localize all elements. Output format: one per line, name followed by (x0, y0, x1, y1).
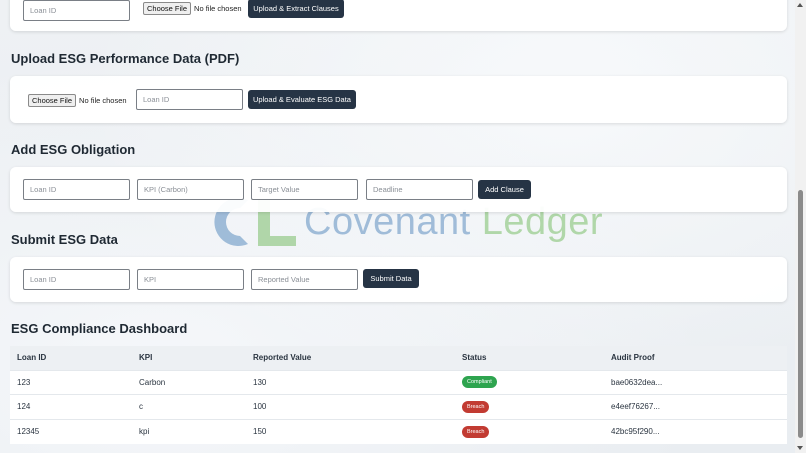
table-header-row: Loan ID KPI Reported Value Status Audit … (10, 346, 787, 370)
scroll-down-arrow-icon[interactable] (797, 446, 803, 450)
status-badge: Compliant (462, 376, 497, 389)
loan-id-cell: 123 (10, 369, 132, 395)
target-value-input[interactable]: Target Value (251, 179, 358, 200)
column-header-loan-id: Loan ID (17, 353, 47, 363)
loan-id-cell: 124 (10, 394, 132, 419)
status-cell: Breach (455, 418, 604, 444)
reported-value-cell: 150 (246, 418, 455, 444)
dashboard-title: ESG Compliance Dashboard (11, 321, 188, 336)
add-obligation-card: Loan ID KPI (Carbon) Target Value Deadli… (10, 167, 787, 212)
kpi-placeholder: KPI (144, 275, 157, 284)
loan-id-placeholder: Loan ID (30, 185, 57, 194)
column-header-audit-proof: Audit Proof (611, 353, 655, 363)
kpi-cell: c (132, 394, 246, 419)
audit-proof-cell: 42bc95f290... (604, 418, 787, 444)
deadline-input[interactable]: Deadline (366, 179, 473, 200)
upload-evaluate-button[interactable]: Upload & Evaluate ESG Data (248, 90, 356, 109)
target-value-placeholder: Target Value (258, 185, 300, 194)
loan-id-placeholder: Loan ID (143, 95, 170, 104)
add-obligation-title: Add ESG Obligation (11, 142, 136, 157)
kpi-cell: Carbon (132, 369, 246, 395)
file-status: No file chosen (194, 4, 242, 13)
loan-id-placeholder: Loan ID (30, 275, 57, 284)
add-clause-button[interactable]: Add Clause (478, 180, 531, 199)
submit-esg-title: Submit ESG Data (11, 232, 118, 247)
loan-id-placeholder: Loan ID (30, 6, 57, 15)
main-content: Loan ID Choose File No file chosen Uploa… (0, 0, 795, 453)
vertical-scrollbar[interactable] (795, 0, 806, 453)
choose-file-button[interactable]: Choose File (143, 2, 192, 15)
kpi-placeholder: KPI (Carbon) (144, 185, 188, 194)
status-badge: Breach (462, 400, 490, 413)
file-picker[interactable]: Choose File No file chosen (143, 2, 242, 15)
kpi-input[interactable]: KPI (137, 269, 244, 290)
submit-data-button[interactable]: Submit Data (363, 269, 419, 288)
reported-value-cell: 130 (246, 369, 455, 395)
table-row: 124 c 100 Breach e4eef76267... (10, 394, 787, 419)
table-row: 12345 kpi 150 Breach 42bc95f290... (10, 418, 787, 444)
status-cell: Breach (455, 394, 604, 419)
kpi-input[interactable]: KPI (Carbon) (137, 179, 244, 200)
upload-extract-button[interactable]: Upload & Extract Clauses (248, 0, 344, 18)
loan-id-input[interactable]: Loan ID (23, 269, 130, 290)
scroll-up-arrow-icon[interactable] (797, 3, 803, 7)
loan-id-input[interactable]: Loan ID (23, 0, 130, 21)
status-cell: Compliant (455, 369, 604, 395)
deadline-placeholder: Deadline (373, 185, 403, 194)
file-picker[interactable]: Choose File No file chosen (28, 94, 127, 107)
column-header-kpi: KPI (139, 353, 153, 363)
submit-esg-card: Loan ID KPI Reported Value Submit Data (10, 257, 787, 302)
file-status: No file chosen (79, 96, 127, 105)
loan-id-input[interactable]: Loan ID (136, 89, 243, 110)
kpi-cell: kpi (132, 418, 246, 444)
status-badge: Breach (462, 425, 490, 438)
reported-value-placeholder: Reported Value (258, 275, 310, 284)
reported-value-input[interactable]: Reported Value (251, 269, 358, 290)
upload-clauses-card: Loan ID Choose File No file chosen Uploa… (10, 0, 787, 31)
loan-id-input[interactable]: Loan ID (23, 179, 130, 200)
compliance-table: Loan ID KPI Reported Value Status Audit … (10, 346, 787, 444)
audit-proof-cell: bae0632dea... (604, 369, 787, 395)
audit-proof-cell: e4eef76267... (604, 394, 787, 419)
reported-value-cell: 100 (246, 394, 455, 419)
scrollbar-thumb[interactable] (798, 190, 803, 438)
upload-esg-card: Choose File No file chosen Loan ID Uploa… (10, 76, 787, 123)
column-header-status: Status (462, 353, 487, 363)
loan-id-cell: 12345 (10, 418, 132, 444)
upload-esg-title: Upload ESG Performance Data (PDF) (11, 51, 240, 66)
choose-file-button[interactable]: Choose File (28, 94, 77, 107)
table-row: 123 Carbon 130 Compliant bae0632dea... (10, 369, 787, 395)
column-header-reported-value: Reported Value (253, 353, 312, 363)
